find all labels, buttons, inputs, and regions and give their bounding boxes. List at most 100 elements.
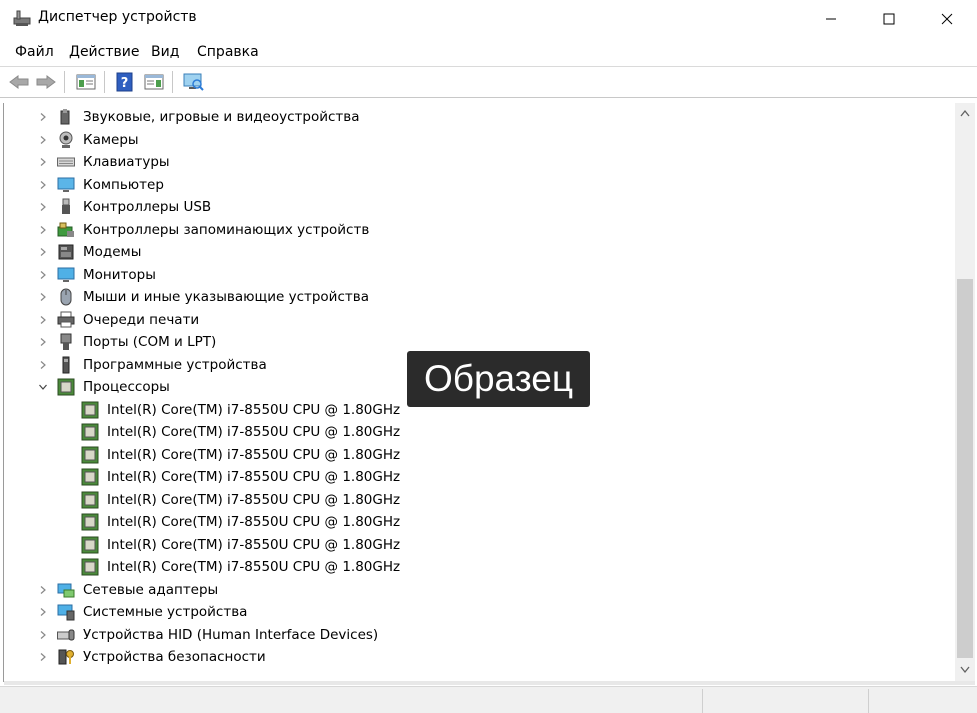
tree-category[interactable]: Устройства HID (Human Interface Devices) [4, 624, 944, 646]
scan-hardware-icon [183, 73, 204, 91]
help-button[interactable]: ? [113, 71, 137, 93]
tree-category-label: Очереди печати [83, 311, 200, 328]
horizontal-scroll-track [4, 681, 975, 685]
menu-view[interactable]: Вид [151, 44, 179, 60]
scroll-thumb[interactable] [957, 279, 973, 658]
tree-category-label: Мыши и иные указывающие устройства [83, 289, 369, 305]
tree-category[interactable]: Звуковые, игровые и видеоустройства [4, 106, 944, 128]
cpu-icon [57, 378, 75, 396]
tree-device-processor[interactable]: Intel(R) Core(TM) i7-8550U CPU @ 1.80GHz [4, 534, 944, 556]
maximize-icon [883, 13, 895, 25]
tree-device-processor[interactable]: Intel(R) Core(TM) i7-8550U CPU @ 1.80GHz [4, 421, 944, 443]
chevron-right-icon[interactable] [38, 225, 48, 235]
cpu-icon [81, 558, 99, 576]
status-divider [702, 689, 703, 713]
close-button[interactable] [918, 0, 976, 38]
tree-category[interactable]: Компьютер [4, 174, 944, 196]
tree-category-label: Сетевые адаптеры [83, 581, 219, 598]
tree-device-processor[interactable]: Intel(R) Core(TM) i7-8550U CPU @ 1.80GHz [4, 511, 944, 533]
tree-category-label: Порты (COM и LPT) [83, 334, 217, 350]
tree-category[interactable]: Сетевые адаптеры [4, 579, 944, 601]
back-button[interactable] [7, 71, 31, 93]
software-device-icon [57, 356, 75, 374]
menu-help[interactable]: Справка [197, 44, 259, 60]
menu-bar: Файл Действие Вид Справка [0, 38, 977, 67]
sample-watermark: Образец [407, 351, 590, 407]
security-device-icon [57, 648, 75, 666]
chevron-right-icon[interactable] [38, 585, 48, 595]
toolbar-separator [172, 71, 173, 93]
port-icon [57, 333, 75, 351]
scroll-down-arrow[interactable] [955, 662, 975, 678]
status-divider [868, 689, 869, 713]
tree-device-processor[interactable]: Intel(R) Core(TM) i7-8550U CPU @ 1.80GHz [4, 466, 944, 488]
chevron-right-icon[interactable] [38, 630, 48, 640]
tree-category-label: Процессоры [83, 379, 170, 395]
chevron-right-icon[interactable] [38, 180, 48, 190]
menu-action[interactable]: Действие [69, 44, 139, 60]
chevron-right-icon[interactable] [38, 112, 48, 122]
tree-category-label: Клавиатуры [83, 154, 170, 170]
cpu-icon [81, 423, 99, 441]
tree-category[interactable]: Мыши и иные указывающие устройства [4, 286, 944, 308]
tree-device-processor[interactable]: Intel(R) Core(TM) i7-8550U CPU @ 1.80GHz [4, 556, 944, 578]
menu-file[interactable]: Файл [15, 44, 54, 60]
tree-category[interactable]: Модемы [4, 241, 944, 263]
tree-category[interactable]: Контроллеры запоминающих устройств [4, 219, 944, 241]
cpu-icon [81, 513, 99, 531]
properties-button[interactable] [74, 71, 98, 93]
tree-category[interactable]: Устройства безопасности [4, 646, 944, 668]
minimize-button[interactable] [802, 0, 860, 38]
view-button[interactable] [142, 71, 166, 93]
cpu-icon [81, 446, 99, 464]
tree-category[interactable]: Системные устройства [4, 601, 944, 623]
chevron-right-icon[interactable] [38, 360, 48, 370]
view-icon [144, 74, 164, 90]
cpu-icon [81, 536, 99, 554]
chevron-right-icon[interactable] [38, 292, 48, 302]
tree-category[interactable]: Контроллеры USB [4, 196, 944, 218]
tree-category[interactable]: Очереди печати [4, 309, 944, 331]
monitor-icon [57, 266, 75, 284]
chevron-right-icon[interactable] [38, 315, 48, 325]
camera-icon [57, 131, 75, 149]
chevron-up-icon [960, 109, 970, 117]
forward-arrow-icon [36, 75, 56, 89]
tree-category[interactable]: Клавиатуры [4, 151, 944, 173]
tree-category[interactable]: Порты (COM и LPT) [4, 331, 944, 353]
toolbar: ? [0, 67, 977, 98]
tree-device-processor[interactable]: Intel(R) Core(TM) i7-8550U CPU @ 1.80GHz [4, 444, 944, 466]
tree-category-label: Модемы [83, 244, 142, 260]
chevron-right-icon[interactable] [38, 337, 48, 347]
chevron-right-icon[interactable] [38, 270, 48, 280]
tree-category-label: Программные устройства [83, 356, 267, 373]
properties-icon [76, 74, 96, 90]
chevron-right-icon[interactable] [38, 135, 48, 145]
scroll-up-arrow[interactable] [955, 105, 975, 121]
maximize-button[interactable] [860, 0, 918, 38]
tree-device-label: Intel(R) Core(TM) i7-8550U CPU @ 1.80GHz [107, 446, 401, 463]
vertical-scrollbar[interactable] [955, 103, 975, 681]
tree-device-label: Intel(R) Core(TM) i7-8550U CPU @ 1.80GHz [107, 514, 401, 530]
system-device-icon [57, 603, 75, 621]
chevron-right-icon[interactable] [38, 607, 48, 617]
tree-category[interactable]: Мониторы [4, 264, 944, 286]
back-arrow-icon [9, 75, 29, 89]
svg-text:?: ? [121, 76, 129, 91]
help-icon: ? [116, 72, 133, 92]
chevron-right-icon[interactable] [38, 652, 48, 662]
chevron-down-icon[interactable] [38, 382, 48, 392]
hid-icon [57, 626, 75, 644]
tree-category[interactable]: Камеры [4, 129, 944, 151]
window-title: Диспетчер устройств [38, 9, 197, 25]
toolbar-separator [64, 71, 65, 93]
scan-hardware-button[interactable] [181, 71, 205, 93]
chevron-right-icon[interactable] [38, 247, 48, 257]
tree-device-label: Intel(R) Core(TM) i7-8550U CPU @ 1.80GHz [107, 424, 401, 440]
forward-button[interactable] [34, 71, 58, 93]
tree-device-processor[interactable]: Intel(R) Core(TM) i7-8550U CPU @ 1.80GHz [4, 489, 944, 511]
chevron-right-icon[interactable] [38, 157, 48, 167]
chevron-right-icon[interactable] [38, 202, 48, 212]
network-adapter-icon [57, 581, 75, 599]
modem-icon [57, 243, 75, 261]
